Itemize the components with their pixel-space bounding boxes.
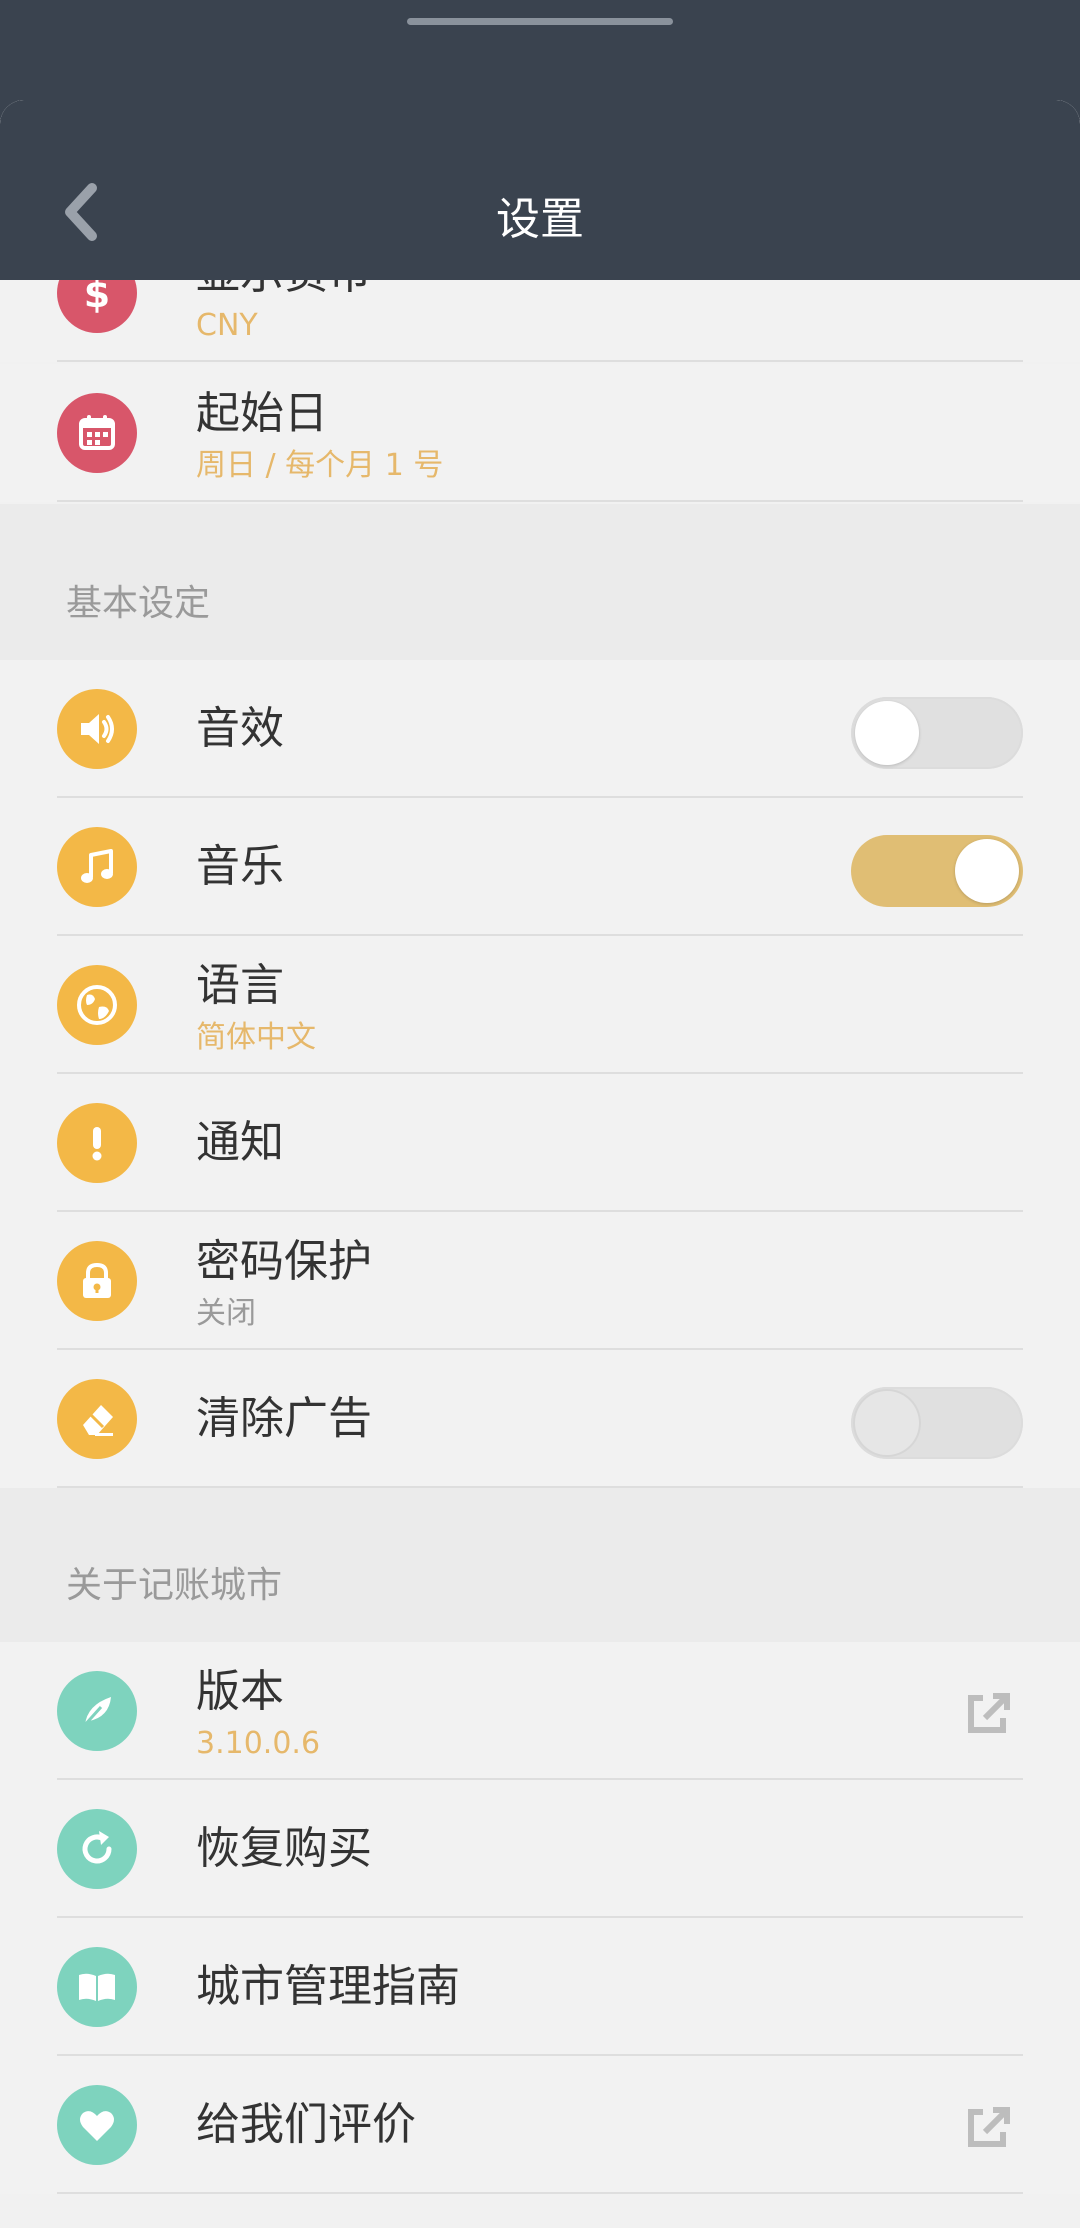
- external-link-icon[interactable]: [963, 1688, 1013, 1738]
- calendar-icon: [57, 393, 137, 473]
- rate-us-label: 给我们评价: [196, 2099, 416, 2150]
- section-title-about: 关于记账城市: [66, 1565, 283, 1606]
- setting-row-music[interactable]: 音乐: [0, 798, 1080, 936]
- remove-ads-toggle[interactable]: [851, 1387, 1023, 1459]
- restore-purchases-label: 恢复购买: [196, 1823, 372, 1874]
- divider: [57, 360, 1023, 362]
- setting-row-rate-us[interactable]: 给我们评价: [0, 2056, 1080, 2194]
- passcode-value: 关闭: [196, 1296, 256, 1331]
- remove-ads-label: 清除广告: [196, 1393, 372, 1444]
- setting-row-passcode[interactable]: 密码保护 关闭: [0, 1212, 1080, 1350]
- heart-icon: [57, 2085, 137, 2165]
- city-guide-label: 城市管理指南: [196, 1961, 460, 2012]
- settings-sheet: 设置 $ 显示货币 CNY 起始日 周日: [0, 100, 1080, 2228]
- external-link-icon[interactable]: [963, 2102, 1013, 2152]
- language-value: 简体中文: [196, 1020, 316, 1055]
- header-bar: 设置: [0, 100, 1080, 280]
- exclamation-icon: [57, 1103, 137, 1183]
- passcode-label: 密码保护: [196, 1236, 372, 1287]
- sound-effects-toggle[interactable]: [851, 697, 1023, 769]
- currency-value: CNY: [196, 308, 258, 343]
- setting-row-city-guide[interactable]: 城市管理指南: [0, 1918, 1080, 2056]
- toggle-knob: [955, 839, 1019, 903]
- setting-row-start-day[interactable]: 起始日 周日 / 每个月 1 号: [0, 364, 1080, 502]
- speaker-icon: [57, 689, 137, 769]
- globe-icon: [57, 965, 137, 1045]
- lock-icon: [57, 1241, 137, 1321]
- section-header-basic: 基本设定: [0, 504, 1080, 660]
- setting-row-restore-purchases[interactable]: 恢复购买: [0, 1780, 1080, 1918]
- setting-row-sound-effects[interactable]: 音效: [0, 660, 1080, 798]
- section-title-basic: 基本设定: [66, 583, 211, 624]
- sound-effects-label: 音效: [196, 703, 284, 754]
- restore-icon: [57, 1809, 137, 1889]
- book-icon: [57, 1947, 137, 2027]
- start-day-label: 起始日: [196, 388, 328, 439]
- setting-row-language[interactable]: 语言 简体中文: [0, 936, 1080, 1074]
- setting-row-notifications[interactable]: 通知: [0, 1074, 1080, 1212]
- setting-row-remove-ads[interactable]: 清除广告: [0, 1350, 1080, 1488]
- sheet-grab-handle[interactable]: [407, 18, 673, 25]
- music-toggle[interactable]: [851, 835, 1023, 907]
- version-value: 3.10.0.6: [196, 1726, 321, 1761]
- page-title: 设置: [496, 194, 584, 245]
- setting-row-version[interactable]: 版本 3.10.0.6: [0, 1642, 1080, 1780]
- section-header-about: 关于记账城市: [0, 1488, 1080, 1642]
- toggle-knob: [855, 701, 919, 765]
- divider: [57, 500, 1023, 502]
- music-note-icon: [57, 827, 137, 907]
- start-day-value: 周日 / 每个月 1 号: [196, 448, 444, 483]
- version-label: 版本: [196, 1666, 284, 1717]
- language-label: 语言: [196, 960, 284, 1011]
- music-label: 音乐: [196, 841, 284, 892]
- eraser-icon: [57, 1379, 137, 1459]
- toggle-knob: [855, 1391, 919, 1455]
- divider: [57, 2192, 1023, 2194]
- notifications-label: 通知: [196, 1117, 284, 1168]
- feather-icon: [57, 1671, 137, 1751]
